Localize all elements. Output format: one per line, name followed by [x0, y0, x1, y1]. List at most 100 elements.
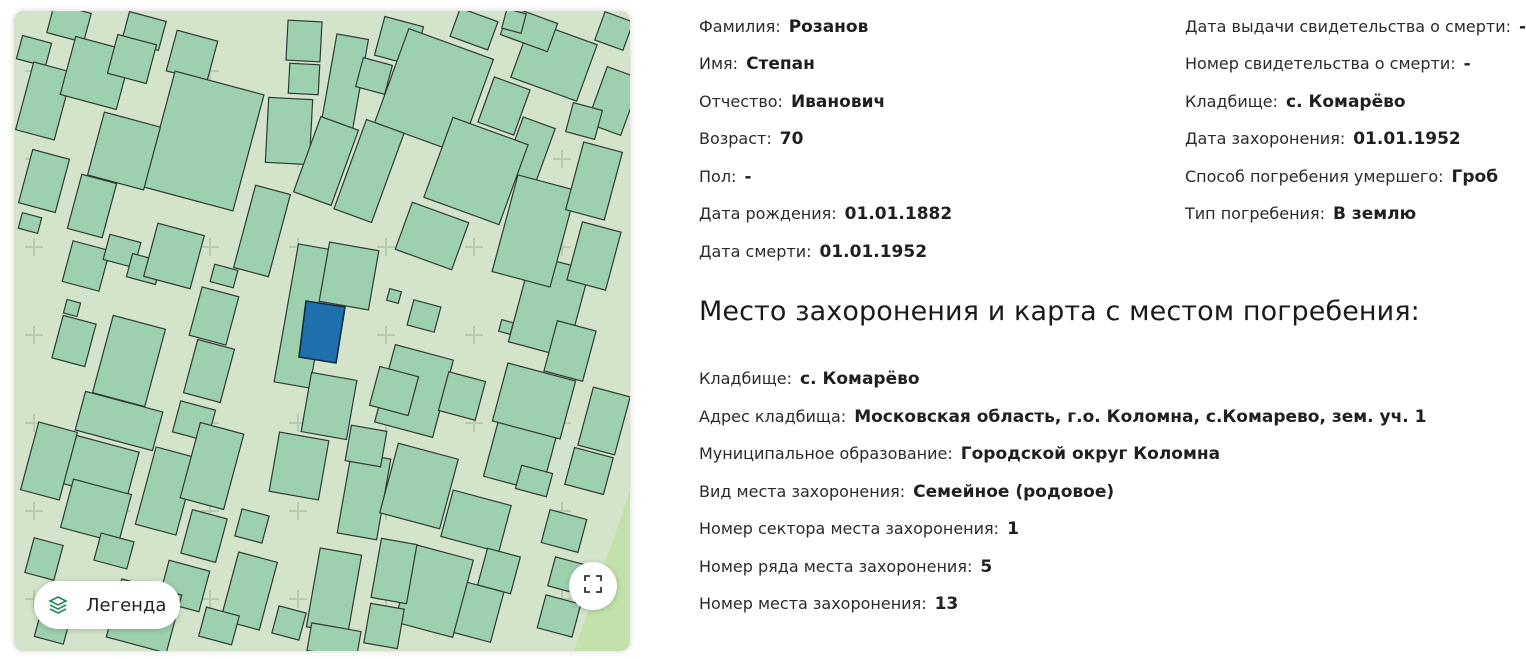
birth-date-row: Дата рождения: 01.01.1882 [699, 204, 952, 224]
burial-plot[interactable] [66, 173, 118, 239]
place-kind-label: Вид места захоронения: [699, 482, 906, 501]
burial-plot[interactable] [564, 141, 624, 221]
burial-plot[interactable] [406, 299, 442, 333]
cemetery-row: Кладбище: с. Комарёво [1185, 92, 1406, 112]
burial-plot[interactable] [91, 314, 167, 408]
burial-plot[interactable] [182, 338, 236, 404]
burial-plot[interactable] [61, 240, 111, 292]
layers-icon [48, 595, 68, 615]
burial-plot[interactable] [24, 536, 64, 582]
address-label: Адрес кладбища: [699, 407, 847, 426]
legend-label: Легенда [86, 594, 167, 616]
name-label: Имя: [699, 54, 739, 73]
burial-plot[interactable] [344, 424, 388, 468]
burial-method-value: Гроб [1451, 167, 1499, 187]
burial-plot[interactable] [594, 11, 630, 51]
burial-plot[interactable] [46, 11, 92, 44]
address-row: Адрес кладбища: Московская область, г.о. … [699, 407, 1427, 427]
burial-type-value: В землю [1332, 204, 1417, 224]
map-canvas[interactable] [14, 11, 630, 651]
burial-date-row: Дата захоронения: 01.01.1952 [1185, 129, 1461, 149]
burial-plot[interactable] [440, 489, 512, 553]
burial-type-row: Тип погребения: В землю [1185, 204, 1416, 224]
selected-burial-plot[interactable] [298, 300, 346, 364]
grid-cross [201, 238, 219, 256]
grid-cross [25, 502, 43, 520]
grid-cross [465, 326, 483, 344]
grid-cross [465, 238, 483, 256]
burial-plot[interactable] [564, 446, 614, 496]
burial-method-row: Способ погребения умершего: Гроб [1185, 167, 1498, 187]
cemetery-map[interactable]: Легенда [14, 11, 630, 651]
place-kind-value: Семейное (родовое) [913, 482, 1115, 502]
sex-value: - [744, 167, 752, 187]
burial-plot[interactable] [566, 221, 622, 291]
death-date-row: Дата смерти: 01.01.1952 [699, 242, 927, 262]
burial-plot[interactable] [62, 298, 82, 318]
place-number-value: 13 [934, 594, 959, 614]
burial-plot[interactable] [577, 386, 630, 456]
location-cemetery-value: с. Комарёво [800, 369, 920, 389]
row-number-value: 5 [980, 557, 993, 577]
burial-date-value: 01.01.1952 [1353, 129, 1461, 149]
burial-plot[interactable] [318, 241, 380, 311]
certificate-date-label: Дата выдачи свидетельства о смерти: [1185, 17, 1512, 36]
burial-plot[interactable] [540, 508, 588, 554]
burial-plot[interactable] [264, 96, 314, 166]
legend-button[interactable]: Легенда [34, 581, 180, 629]
sector-row: Номер сектора места захоронения: 1 [699, 519, 1019, 539]
burial-plot[interactable] [19, 421, 79, 501]
grid-cross [25, 238, 43, 256]
burial-date-label: Дата захоронения: [1185, 129, 1346, 148]
burial-plot[interactable] [336, 451, 392, 541]
burial-plot[interactable] [305, 547, 363, 635]
burial-plot[interactable] [180, 508, 228, 564]
birth-date-value: 01.01.1882 [844, 204, 953, 224]
place-kind-row: Вид места захоронения: Семейное (родовое) [699, 482, 1114, 502]
burial-plot[interactable] [300, 371, 358, 441]
age-value: 70 [779, 129, 804, 149]
patronymic-row: Отчество: Иванович [699, 92, 885, 112]
municipality-label: Муниципальное образование: [699, 444, 953, 463]
grid-cross [289, 590, 307, 608]
burial-type-label: Тип погребения: [1185, 204, 1325, 223]
burial-plot[interactable] [449, 11, 499, 51]
burial-plot[interactable] [17, 211, 43, 235]
death-date-label: Дата смерти: [699, 242, 812, 261]
age-row: Возраст: 70 [699, 129, 803, 149]
burial-plot[interactable] [385, 287, 403, 305]
burial-plot[interactable] [285, 19, 323, 63]
burial-plot[interactable] [363, 602, 405, 650]
certificate-number-value: - [1463, 54, 1471, 74]
sector-label: Номер сектора места захоронения: [699, 519, 1000, 538]
cemetery-label: Кладбище: [1185, 92, 1279, 111]
burial-plot[interactable] [51, 314, 97, 368]
burial-plot[interactable] [93, 532, 135, 570]
burial-plot[interactable] [287, 62, 321, 96]
burial-plot[interactable] [188, 286, 240, 346]
certificate-date-value: - [1519, 17, 1526, 37]
fullscreen-button[interactable] [569, 562, 617, 610]
burial-plot[interactable] [306, 622, 362, 651]
burial-plot[interactable] [143, 70, 265, 212]
certificate-date-row: Дата выдачи свидетельства о смерти: - [1185, 17, 1526, 37]
death-date-value: 01.01.1952 [819, 242, 928, 262]
burial-plot[interactable] [234, 508, 270, 544]
place-number-label: Номер места захоронения: [699, 594, 927, 613]
burial-plot[interactable] [394, 201, 470, 271]
burial-plot[interactable] [271, 605, 307, 641]
surname-value: Розанов [788, 17, 869, 37]
row-number-row: Номер ряда места захоронения: 5 [699, 557, 992, 577]
location-section-title: Место захоронения и карта с местом погре… [699, 296, 1420, 327]
surname-row: Фамилия: Розанов [699, 17, 868, 37]
burial-plot[interactable] [142, 222, 206, 290]
cemetery-value: с. Комарёво [1286, 92, 1406, 112]
burial-plot[interactable] [14, 61, 74, 141]
grid-cross [553, 150, 571, 168]
burial-plot[interactable] [268, 431, 330, 501]
grid-cross [25, 326, 43, 344]
grid-cross [377, 238, 395, 256]
sector-value: 1 [1007, 519, 1019, 539]
name-row: Имя: Степан [699, 54, 815, 74]
burial-plot[interactable] [232, 184, 292, 278]
